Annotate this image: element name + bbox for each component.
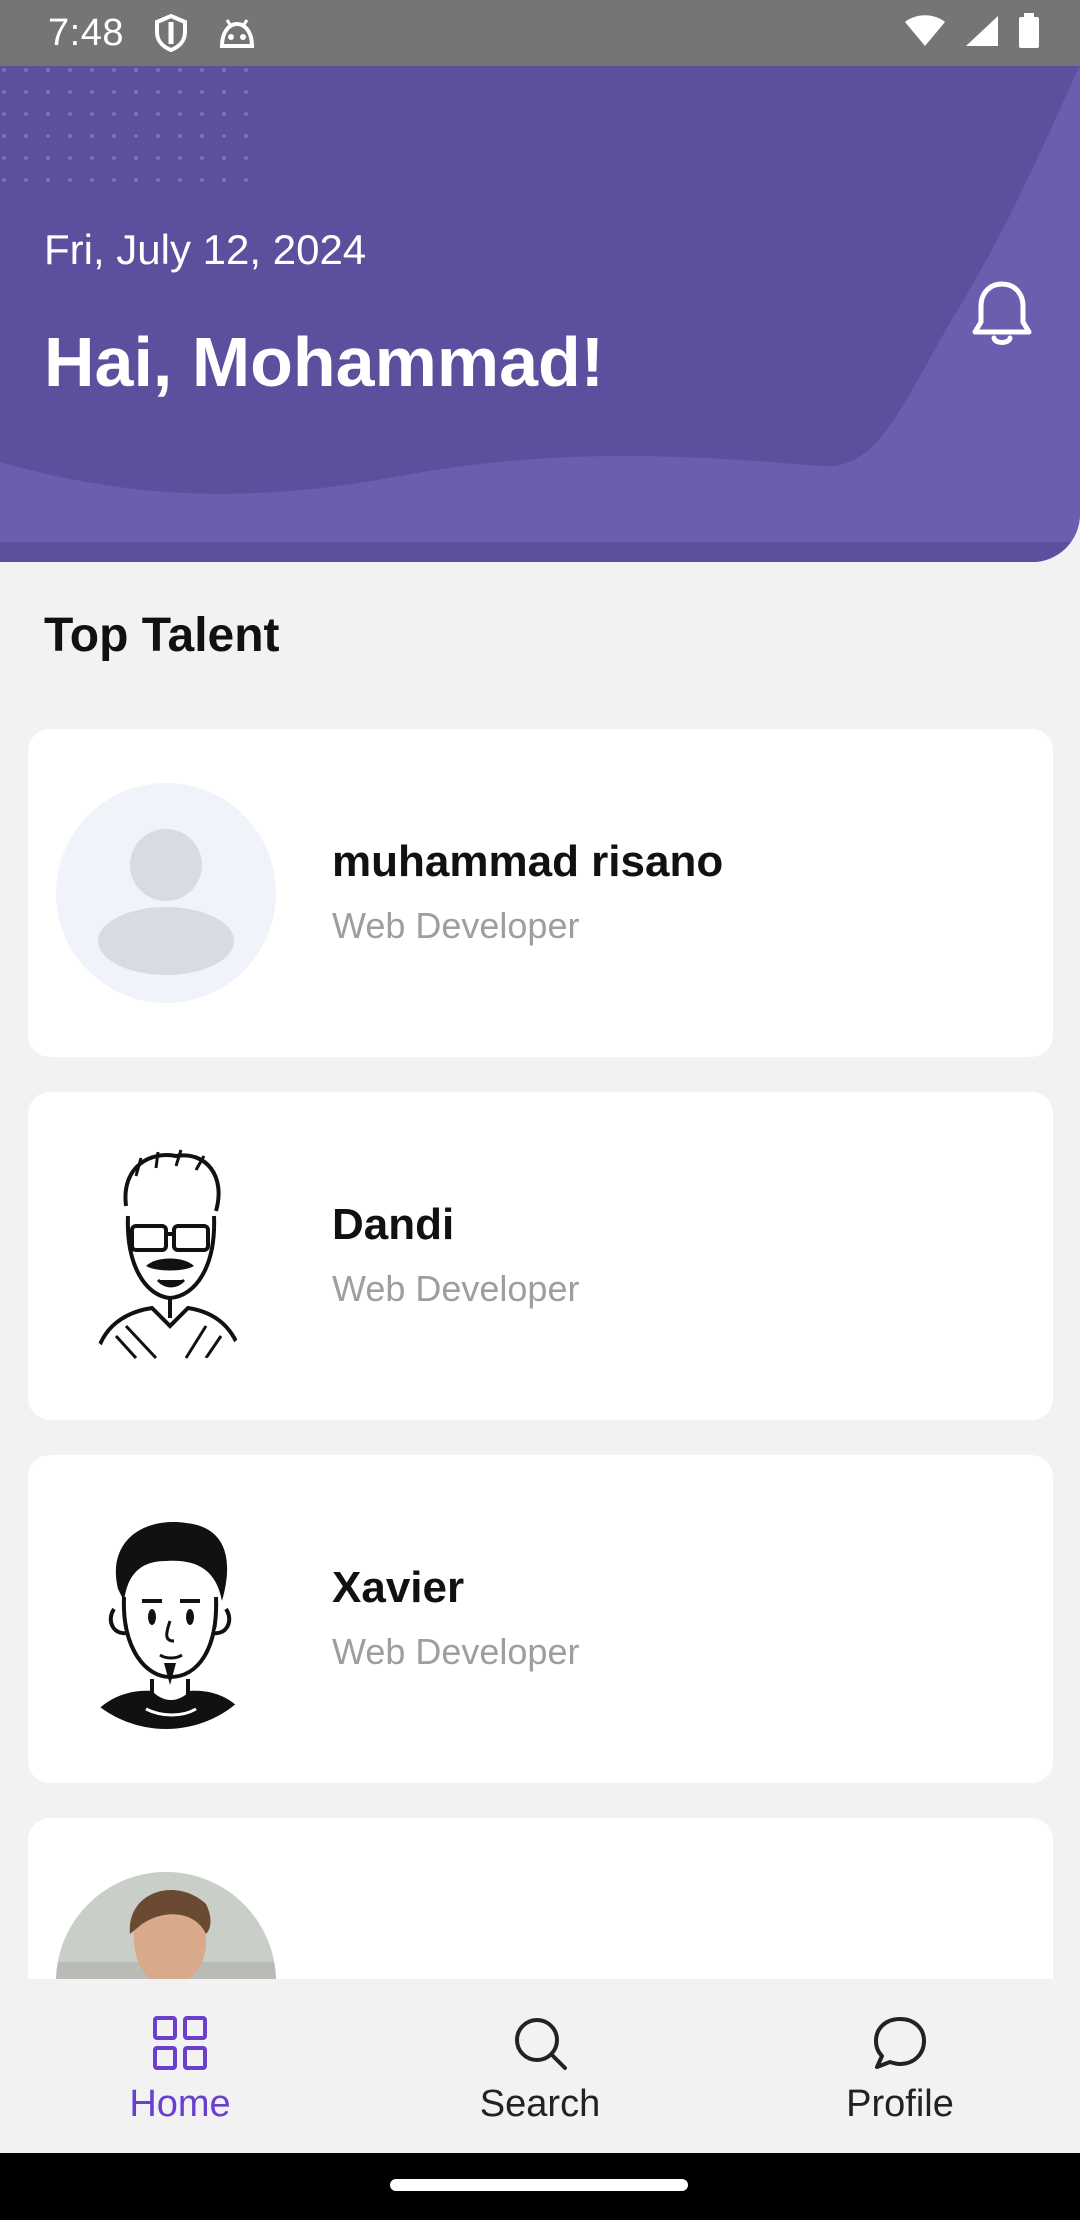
system-gesture-bar bbox=[0, 2153, 1080, 2220]
status-bar: 7:48 bbox=[0, 0, 1080, 66]
sketch-man-goatee-avatar bbox=[86, 1522, 252, 1729]
grid-icon bbox=[153, 2016, 207, 2070]
avatar bbox=[56, 1146, 276, 1366]
wifi-icon bbox=[904, 14, 946, 53]
chat-icon bbox=[874, 2017, 926, 2069]
talent-card[interactable]: muhammad risano Web Developer bbox=[28, 729, 1053, 1057]
shield-icon bbox=[154, 14, 188, 52]
talent-name: Xavier bbox=[332, 1563, 465, 1612]
talent-card[interactable]: Dandi Web Developer bbox=[28, 1092, 1053, 1420]
talent-card[interactable] bbox=[28, 1818, 1053, 1979]
date-label: Fri, July 12, 2024 bbox=[44, 226, 367, 273]
battery-icon bbox=[1018, 12, 1040, 54]
signal-icon bbox=[964, 14, 1000, 53]
status-time: 7:48 bbox=[48, 11, 124, 54]
talent-role: Web Developer bbox=[332, 905, 580, 946]
sketch-man-glasses-avatar bbox=[94, 1149, 244, 1360]
header-background-decoration bbox=[0, 66, 1080, 562]
header-banner: Fri, July 12, 2024 Hai, Mohammad! bbox=[0, 66, 1080, 562]
photo-man-avatar bbox=[56, 1872, 276, 1979]
nav-home[interactable]: Home bbox=[0, 1979, 360, 2153]
avatar bbox=[56, 1509, 276, 1729]
notification-bell-button[interactable] bbox=[968, 278, 1036, 350]
avatar bbox=[56, 1872, 276, 1979]
nav-search-label: Search bbox=[479, 2083, 601, 2125]
talent-role: Web Developer bbox=[332, 1631, 580, 1672]
avatar bbox=[56, 783, 276, 1003]
greeting-title: Hai, Mohammad! bbox=[44, 323, 605, 401]
talent-list[interactable]: muhammad risano Web Developer Dandi Web … bbox=[0, 700, 1080, 1979]
nav-profile[interactable]: Profile bbox=[720, 1979, 1080, 2153]
person-placeholder-icon bbox=[98, 829, 234, 975]
bottom-navigation: Home Search Profile bbox=[0, 1979, 1080, 2153]
nav-profile-label: Profile bbox=[846, 2083, 954, 2125]
talent-name: muhammad risano bbox=[332, 837, 724, 886]
section-title: Top Talent bbox=[44, 609, 280, 662]
home-gesture-handle[interactable] bbox=[390, 2179, 688, 2191]
talent-name: Dandi bbox=[332, 1200, 455, 1249]
bell-icon bbox=[972, 281, 1032, 345]
nav-search[interactable]: Search bbox=[360, 1979, 720, 2153]
talent-card[interactable]: Xavier Web Developer bbox=[28, 1455, 1053, 1783]
search-icon bbox=[515, 2018, 567, 2070]
nav-home-label: Home bbox=[129, 2083, 231, 2125]
talent-role: Web Developer bbox=[332, 1268, 580, 1309]
android-icon bbox=[218, 16, 256, 50]
